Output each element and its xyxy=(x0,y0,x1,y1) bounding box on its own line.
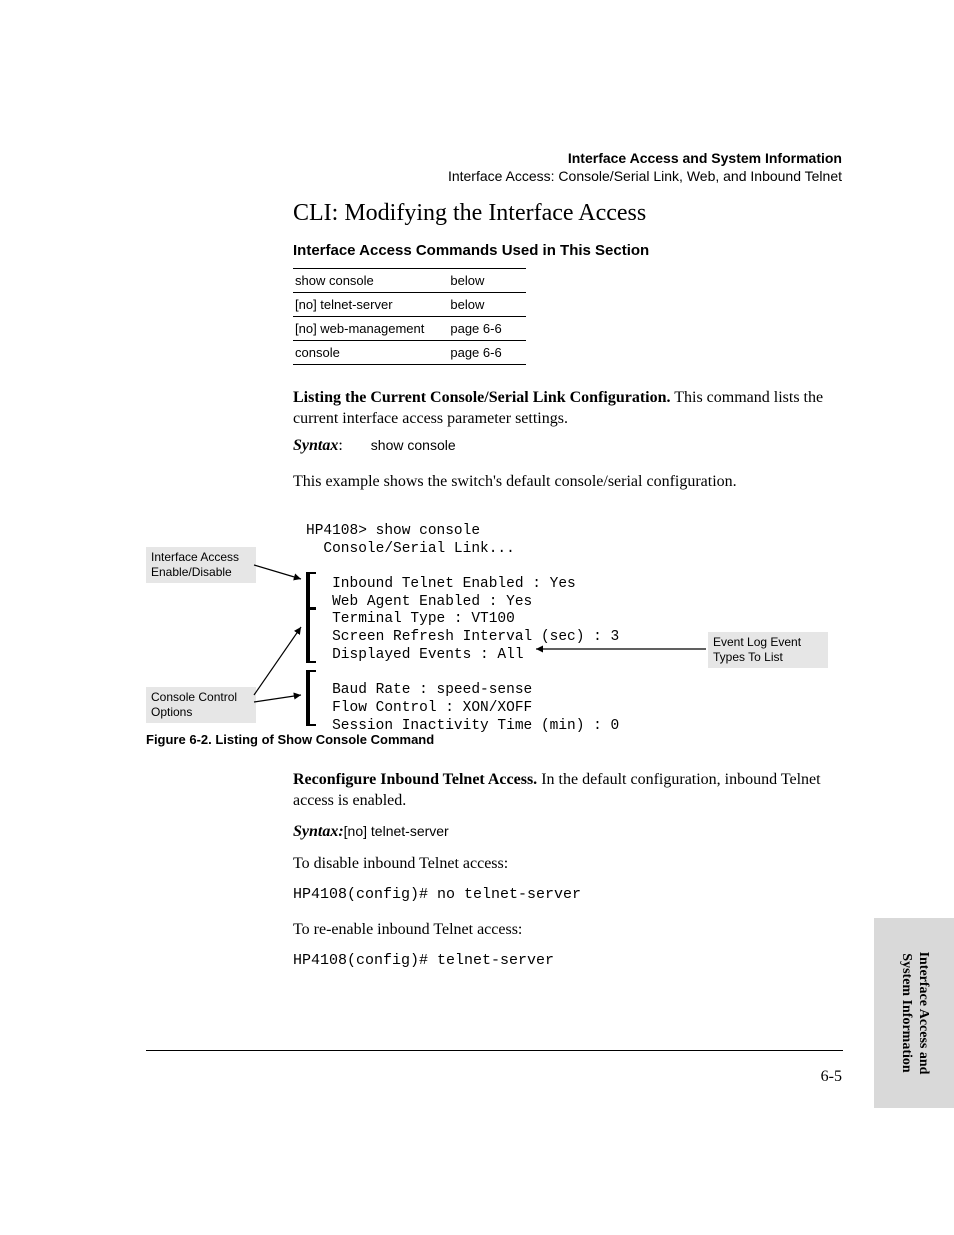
callout-interface-access: Interface Access Enable/Disable xyxy=(146,547,256,583)
para-bold: Listing the Current Console/Serial Link … xyxy=(293,389,671,406)
table-row: [no] web-management page 6-6 xyxy=(293,317,526,341)
ref-cell: page 6-6 xyxy=(448,341,525,365)
table-row: show console below xyxy=(293,269,526,293)
footer-rule xyxy=(146,1050,843,1051)
paragraph-disable: To disable inbound Telnet access: xyxy=(293,854,843,875)
section-heading: CLI: Modifying the Interface Access xyxy=(293,200,646,227)
cmd-cell: [no] web-management xyxy=(293,317,448,341)
ref-cell: below xyxy=(448,269,525,293)
paragraph-enable: To re-enable inbound Telnet access: xyxy=(293,920,843,941)
paragraph-listing: Listing the Current Console/Serial Link … xyxy=(293,388,843,430)
paragraph-reconfigure: Reconfigure Inbound Telnet Access. In th… xyxy=(293,770,843,812)
code-disable: HP4108(config)# no telnet-server xyxy=(293,886,581,903)
commands-table: show console below [no] telnet-server be… xyxy=(293,268,526,365)
ref-cell: page 6-6 xyxy=(448,317,525,341)
page-number: 6-5 xyxy=(821,1068,842,1086)
callout-event-log: Event Log Event Types To List xyxy=(708,632,828,668)
table-row: console page 6-6 xyxy=(293,341,526,365)
figure-6-2: Interface Access Enable/Disable Console … xyxy=(146,517,846,729)
syntax-command: show console xyxy=(371,437,456,453)
cmd-cell: console xyxy=(293,341,448,365)
syntax-label: Syntax: xyxy=(293,823,344,840)
header-title: Interface Access and System Information xyxy=(448,150,842,166)
page-header: Interface Access and System Information … xyxy=(448,150,842,184)
header-subtitle: Interface Access: Console/Serial Link, W… xyxy=(448,168,842,184)
code-enable: HP4108(config)# telnet-server xyxy=(293,952,554,969)
cmd-cell: [no] telnet-server xyxy=(293,293,448,317)
para-bold: Reconfigure Inbound Telnet Access. xyxy=(293,771,537,788)
syntax-label: Syntax xyxy=(293,437,338,454)
table-row: [no] telnet-server below xyxy=(293,293,526,317)
side-tab-label: Interface Access and System Information xyxy=(897,952,931,1075)
syntax-command: [no] telnet-server xyxy=(344,823,449,839)
table-title: Interface Access Commands Used in This S… xyxy=(293,242,649,259)
cmd-cell: show console xyxy=(293,269,448,293)
terminal-output: HP4108> show console Console/Serial Link… xyxy=(306,523,619,735)
syntax-line-1: Syntax: show console xyxy=(293,436,843,457)
figure-caption: Figure 6-2. Listing of Show Console Comm… xyxy=(146,732,434,747)
ref-cell: below xyxy=(448,293,525,317)
side-tab: Interface Access and System Information xyxy=(874,918,954,1108)
callout-console-control: Console Control Options xyxy=(146,687,256,723)
syntax-line-2: Syntax:[no] telnet-server xyxy=(293,822,843,843)
paragraph-example: This example shows the switch's default … xyxy=(293,472,843,493)
